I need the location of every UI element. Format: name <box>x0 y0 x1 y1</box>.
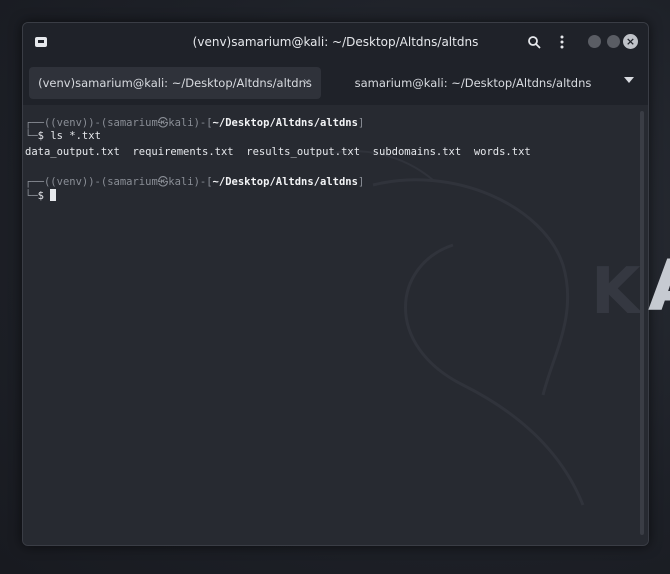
close-icon[interactable]: × <box>623 34 638 49</box>
tab-label: (venv)samarium@kali: ~/Desktop/Altdns/al… <box>38 76 312 90</box>
menu-dots-icon[interactable] <box>553 33 571 51</box>
tab-inactive[interactable]: samarium@kali: ~/Desktop/Altdns/altdns <box>328 67 618 99</box>
kali-watermark-letter: K <box>591 255 641 329</box>
search-icon[interactable] <box>525 33 543 51</box>
tab-menu-icon[interactable] <box>624 77 634 83</box>
command-output: data_output.txt requirements.txt results… <box>25 146 531 158</box>
tab-bar: (venv)samarium@kali: ~/Desktop/Altdns/al… <box>23 61 648 105</box>
command-line-2: └─$ <box>25 189 57 202</box>
command-line-1: └─$ ls *.txt <box>25 130 101 142</box>
prompt-line-2: ┌──((venv))-(samarium㉿kali)-[~/Desktop/A… <box>25 176 365 188</box>
minimize-icon[interactable] <box>588 35 601 48</box>
desktop-watermark-letter: A <box>648 245 670 327</box>
cursor <box>50 189 57 201</box>
maximize-icon[interactable] <box>607 35 620 48</box>
prompt-line-1: ┌──((venv))-(samarium㉿kali)-[~/Desktop/A… <box>25 117 365 129</box>
scrollbar[interactable] <box>640 111 644 535</box>
tab-active[interactable]: (venv)samarium@kali: ~/Desktop/Altdns/al… <box>29 67 321 99</box>
tab-close-icon[interactable]: × <box>303 67 311 99</box>
terminal-area[interactable]: K ┌──((venv))-(samarium㉿kali)-[~/Desktop… <box>23 105 648 545</box>
tab-label: samarium@kali: ~/Desktop/Altdns/altdns <box>354 76 592 90</box>
terminal-window: (venv)samarium@kali: ~/Desktop/Altdns/al… <box>22 22 649 546</box>
titlebar: (venv)samarium@kali: ~/Desktop/Altdns/al… <box>23 23 648 61</box>
